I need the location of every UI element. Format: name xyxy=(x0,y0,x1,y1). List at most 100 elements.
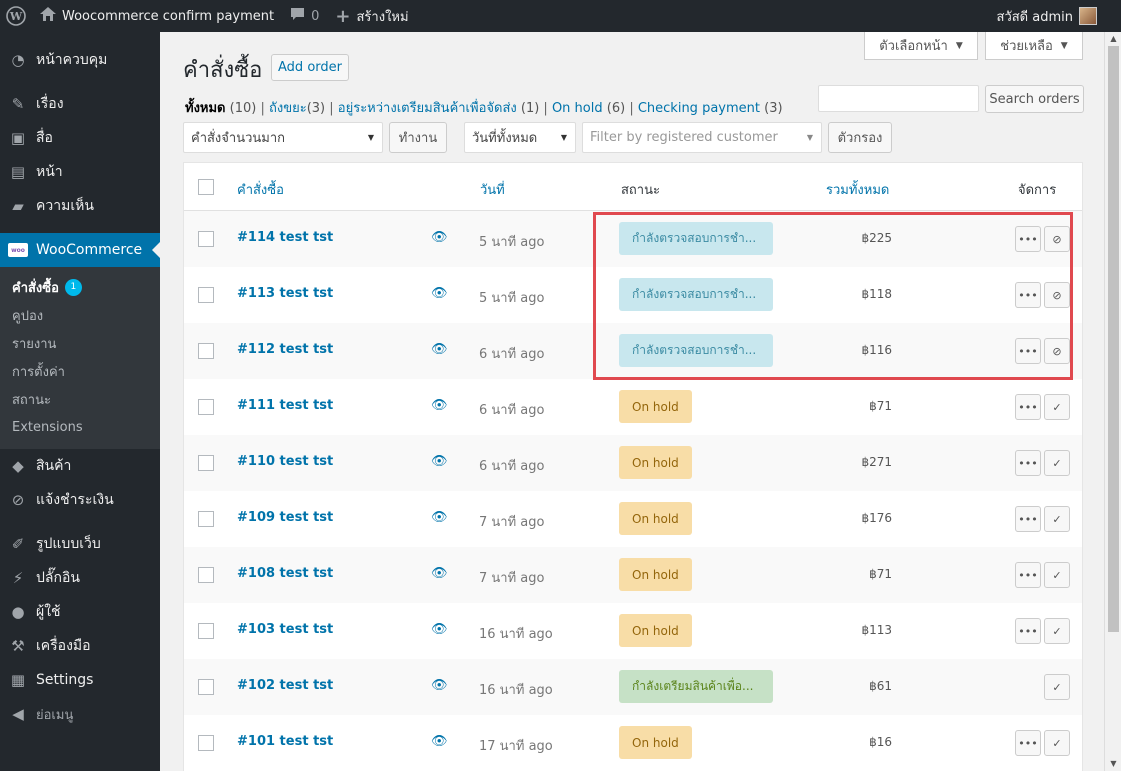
eye-icon[interactable]: 👁 xyxy=(431,622,448,637)
order-link[interactable]: #101 test tst xyxy=(237,734,333,749)
select-all-checkbox[interactable] xyxy=(198,179,214,195)
date-filter-select[interactable]: วันที่ทั้งหมด ▼ xyxy=(464,122,576,153)
submenu-extensions[interactable]: Extensions xyxy=(0,413,160,441)
eye-icon[interactable]: 👁 xyxy=(431,566,448,581)
search-input[interactable] xyxy=(818,85,979,112)
submenu-settings[interactable]: การตั้งค่า xyxy=(0,357,160,385)
eye-icon[interactable]: 👁 xyxy=(431,734,448,749)
menu-woocommerce[interactable]: woo WooCommerce xyxy=(0,233,160,267)
search-orders-button[interactable]: Search orders xyxy=(985,85,1084,113)
filter-on-hold[interactable]: On hold xyxy=(552,101,603,116)
customer-filter-select[interactable]: Filter by registered customer ▼ xyxy=(582,122,822,153)
order-link[interactable]: #103 test tst xyxy=(237,622,333,637)
more-icon: ••• xyxy=(1018,456,1038,470)
submenu-orders[interactable]: คำสั่งซื้อ 1 xyxy=(0,273,160,301)
eye-icon[interactable]: 👁 xyxy=(431,454,448,469)
complete-button[interactable]: ✓ xyxy=(1044,450,1070,476)
filter-all[interactable]: ทั้งหมด xyxy=(185,101,226,116)
complete-button[interactable]: ✓ xyxy=(1044,562,1070,588)
help-tab[interactable]: ช่วยเหลือ ▼ xyxy=(985,32,1083,60)
row-checkbox[interactable] xyxy=(198,679,214,695)
complete-button[interactable]: ✓ xyxy=(1044,394,1070,420)
row-checkbox[interactable] xyxy=(198,623,214,639)
eye-icon[interactable]: 👁 xyxy=(431,398,448,413)
row-checkbox[interactable] xyxy=(198,399,214,415)
column-total[interactable]: รวมทั้งหมด xyxy=(826,179,889,200)
menu-media[interactable]: ▣ สื่อ xyxy=(0,121,160,155)
order-link[interactable]: #102 test tst xyxy=(237,678,333,693)
preview-button[interactable]: ••• xyxy=(1015,506,1041,532)
row-checkbox[interactable] xyxy=(198,343,214,359)
wrench-icon: ⚒ xyxy=(11,637,25,655)
my-account-link[interactable]: สวัสดี admin xyxy=(989,0,1121,32)
menu-payment-notify[interactable]: ⊘ แจ้งชำระเงิน xyxy=(0,483,160,517)
table-header: คำสั่งซื้อ วันที่ สถานะ รวมทั้งหมด จัดกา… xyxy=(184,163,1082,211)
status-badge: On hold xyxy=(619,614,692,647)
new-content-link[interactable]: + สร้างใหม่ xyxy=(327,0,416,32)
menu-comments[interactable]: ▰ ความเห็น xyxy=(0,189,160,223)
comments-link[interactable]: 0 xyxy=(282,0,327,32)
scroll-up-icon[interactable]: ▲ xyxy=(1105,32,1121,46)
filter-button[interactable]: ตัวกรอง xyxy=(828,122,892,153)
column-order[interactable]: คำสั่งซื้อ xyxy=(237,179,284,200)
scroll-down-icon[interactable]: ▼ xyxy=(1105,757,1121,771)
menu-users[interactable]: ● ผู้ใช้ xyxy=(0,595,160,629)
filter-count: (1) xyxy=(520,101,540,116)
menu-pages[interactable]: ▤ หน้า xyxy=(0,155,160,189)
preview-button[interactable]: ••• xyxy=(1015,730,1041,756)
complete-button[interactable]: ✓ xyxy=(1044,506,1070,532)
eye-icon[interactable]: 👁 xyxy=(431,230,448,245)
menu-tools[interactable]: ⚒ เครื่องมือ xyxy=(0,629,160,663)
submenu-coupons[interactable]: คูปอง xyxy=(0,301,160,329)
scrollbar-thumb[interactable] xyxy=(1108,46,1119,632)
filter-processing[interactable]: อยู่ระหว่างเตรียมสินค้าเพื่อจัดส่ง xyxy=(338,101,517,116)
eye-icon[interactable]: 👁 xyxy=(431,286,448,301)
row-checkbox[interactable] xyxy=(198,231,214,247)
row-checkbox[interactable] xyxy=(198,511,214,527)
eye-icon[interactable]: 👁 xyxy=(431,510,448,525)
screen-options-tab[interactable]: ตัวเลือกหน้า ▼ xyxy=(864,32,978,60)
menu-settings[interactable]: ▦ Settings xyxy=(0,663,160,697)
preview-button[interactable]: ••• xyxy=(1015,618,1041,644)
filter-checking-payment[interactable]: Checking payment xyxy=(638,101,760,116)
menu-products[interactable]: ◆ สินค้า xyxy=(0,449,160,483)
wordpress-logo-icon[interactable]: W xyxy=(0,0,32,32)
row-checkbox[interactable] xyxy=(198,287,214,303)
filter-trash[interactable]: ถังขยะ xyxy=(269,101,307,116)
row-checkbox[interactable] xyxy=(198,735,214,751)
menu-plugins[interactable]: ⚡ ปลั๊กอิน xyxy=(0,561,160,595)
bulk-action-value: คำสั่งจำนวนมาก xyxy=(191,131,286,146)
dropdown-arrow-icon: ▼ xyxy=(806,133,813,142)
bulk-action-select[interactable]: คำสั่งจำนวนมาก ▼ xyxy=(183,122,383,153)
order-link[interactable]: #109 test tst xyxy=(237,510,333,525)
submenu-reports[interactable]: รายงาน xyxy=(0,329,160,357)
order-date: 16 นาที ago xyxy=(479,627,553,642)
order-link[interactable]: #112 test tst xyxy=(237,342,333,357)
site-name-link[interactable]: Woocommerce confirm payment xyxy=(32,0,282,32)
complete-button[interactable]: ✓ xyxy=(1044,618,1070,644)
order-link[interactable]: #114 test tst xyxy=(237,230,333,245)
row-checkbox[interactable] xyxy=(198,455,214,471)
eye-icon[interactable]: 👁 xyxy=(431,678,448,693)
order-link[interactable]: #113 test tst xyxy=(237,286,333,301)
preview-button[interactable]: ••• xyxy=(1015,562,1041,588)
preview-button[interactable]: ••• xyxy=(1015,450,1041,476)
add-order-button[interactable]: Add order xyxy=(271,54,349,81)
menu-appearance[interactable]: ✐ รูปแบบเว็บ xyxy=(0,527,160,561)
scrollbar[interactable]: ▲ ▼ xyxy=(1104,32,1121,771)
order-link[interactable]: #110 test tst xyxy=(237,454,333,469)
row-checkbox[interactable] xyxy=(198,567,214,583)
order-link[interactable]: #108 test tst xyxy=(237,566,333,581)
menu-collapse[interactable]: ◀ ย่อเมนู xyxy=(0,697,160,731)
column-date[interactable]: วันที่ xyxy=(480,179,505,200)
complete-button[interactable]: ✓ xyxy=(1044,730,1070,756)
submenu-status[interactable]: สถานะ xyxy=(0,385,160,413)
box-icon: ◆ xyxy=(12,457,24,475)
eye-icon[interactable]: 👁 xyxy=(431,342,448,357)
apply-bulk-button[interactable]: ทำงาน xyxy=(389,122,447,153)
menu-posts[interactable]: ✎ เรื่อง xyxy=(0,87,160,121)
menu-dashboard[interactable]: ◔ หน้าควบคุม xyxy=(0,43,160,77)
order-link[interactable]: #111 test tst xyxy=(237,398,333,413)
complete-button[interactable]: ✓ xyxy=(1044,674,1070,700)
preview-button[interactable]: ••• xyxy=(1015,394,1041,420)
